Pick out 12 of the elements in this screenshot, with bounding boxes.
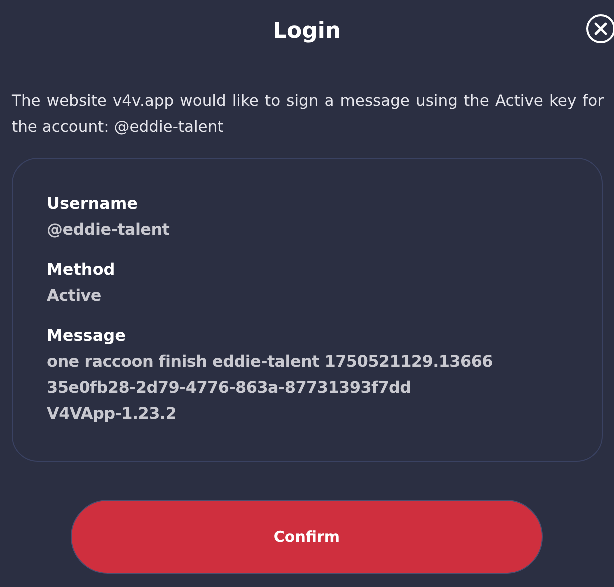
field-label: Username: [47, 193, 138, 215]
description-text: The website v4v.app would like to sign a message using the Active key for the account: @eddie-talent: [12, 91, 604, 138]
field-label: Message: [47, 325, 126, 347]
dialog-title: Login: [272, 18, 342, 44]
field-label: Method: [47, 259, 116, 281]
close-icon[interactable]: [586, 14, 614, 44]
field-value: one raccoon finish eddie-talent 1750521129.13666: [47, 351, 494, 373]
field-value: V4VApp-1.23.2: [47, 403, 177, 425]
field-value: Active: [47, 285, 102, 307]
confirm-button[interactable]: Confirm: [71, 500, 543, 574]
field-value: 35e0fb28-2d79-4776-863a-87731393f7dd: [47, 377, 412, 399]
field-value: @eddie-talent: [47, 219, 170, 241]
